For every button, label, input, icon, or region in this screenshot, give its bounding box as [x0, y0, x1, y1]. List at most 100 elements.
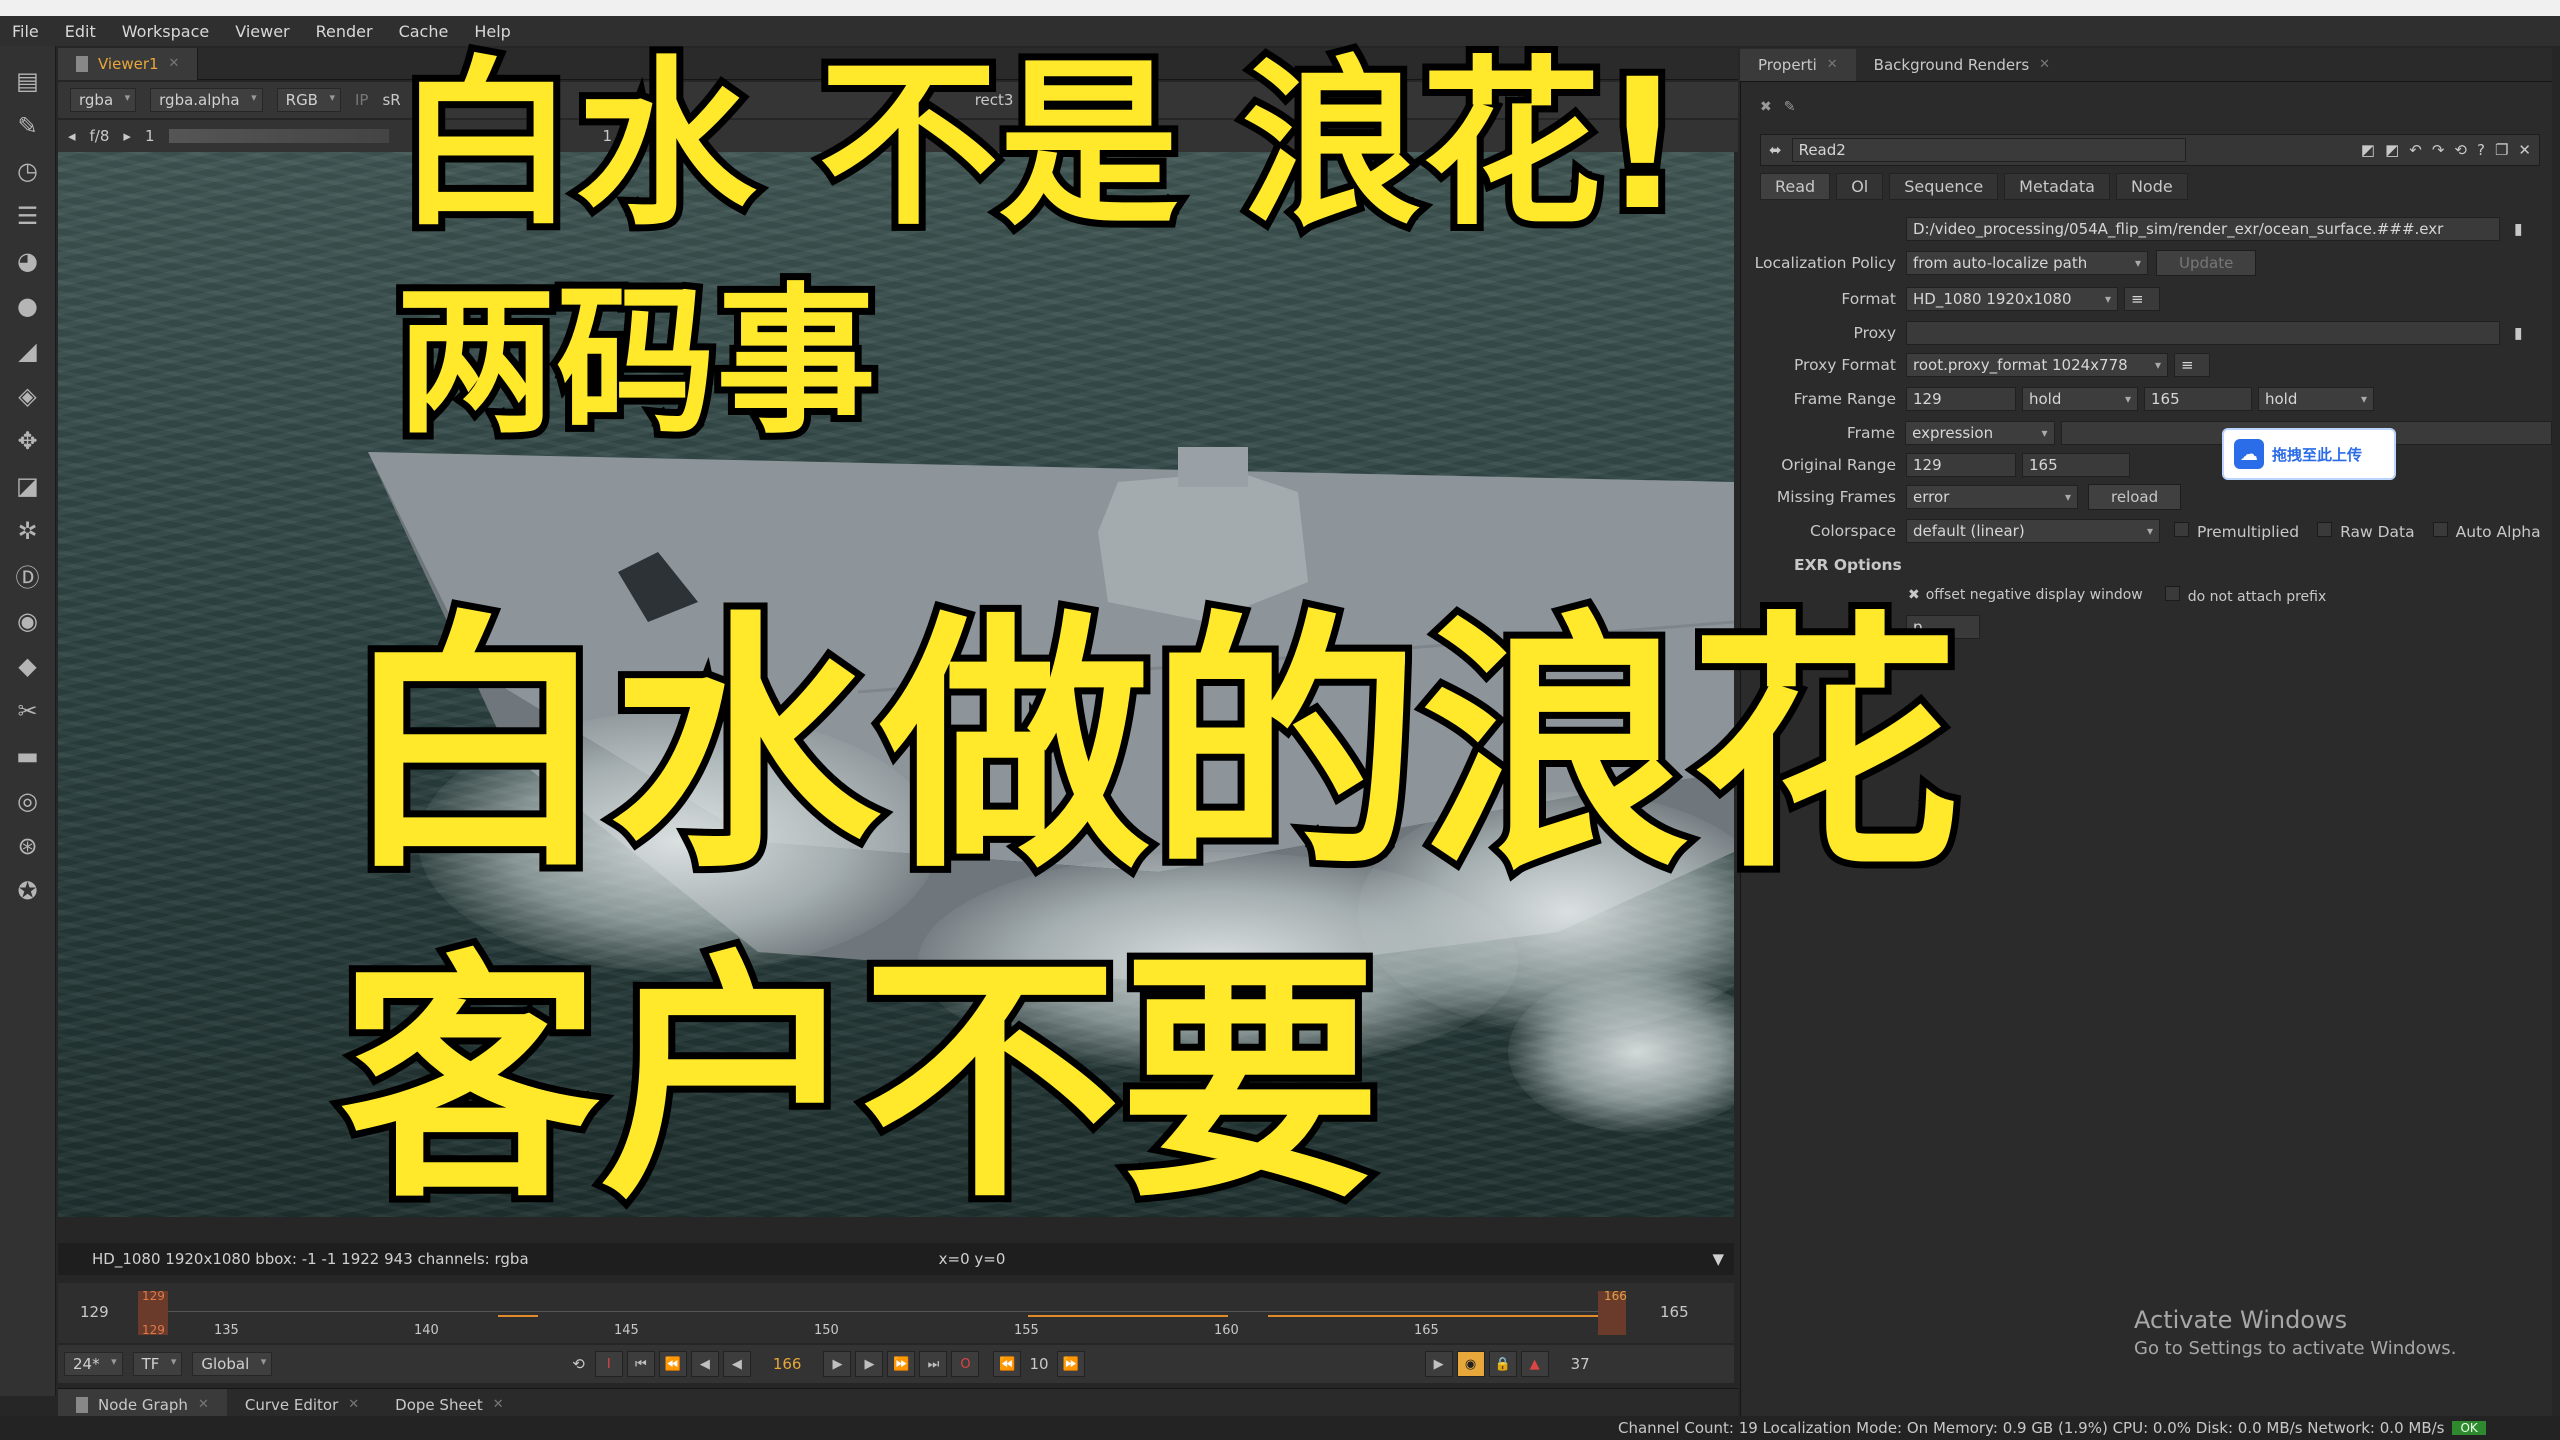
frame-range-end-field[interactable]: 165 [2144, 387, 2252, 411]
next-keyframe-icon[interactable]: ⏩ [887, 1351, 916, 1377]
menu-viewer[interactable]: Viewer [235, 22, 289, 41]
alpha-dropdown[interactable]: rgba.alpha [150, 88, 263, 112]
checkbox-box[interactable] [2432, 521, 2448, 537]
color-icon[interactable]: ◕ [13, 244, 43, 277]
loop-icon[interactable]: ⟲ [572, 1355, 585, 1373]
filter-icon[interactable]: ● [13, 289, 43, 322]
max-panels-icon[interactable]: ✖ [1760, 99, 1772, 115]
reload-button[interactable]: reload [2088, 484, 2182, 510]
auto-alpha-checkbox[interactable]: Auto Alpha [2432, 521, 2541, 541]
first-frame-icon[interactable]: ⏮ [626, 1351, 655, 1377]
checkbox-box[interactable] [2174, 521, 2189, 537]
render-icon[interactable]: ▲ [1520, 1351, 1549, 1377]
image-icon[interactable]: ▤ [13, 64, 43, 97]
file-path-field[interactable]: D:/video_processing/054A_flip_sim/render… [1906, 217, 2500, 241]
transform-icon[interactable]: ✥ [13, 424, 43, 457]
proxy-path-field[interactable] [1906, 321, 2500, 345]
format-dropdown[interactable]: HD_1080 1920x1080 [1906, 287, 2118, 311]
cara-icon[interactable]: ⊛ [13, 829, 43, 862]
missing-frames-dropdown[interactable]: error [1906, 485, 2078, 509]
premultiplied-checkbox[interactable]: Premultiplied [2174, 521, 2299, 541]
pin-icon[interactable]: ✎ [1784, 99, 1796, 115]
step-forward-icon[interactable]: ⏩ [1056, 1351, 1085, 1377]
frame-mode-dropdown[interactable]: expression [1905, 421, 2055, 445]
in-point-button[interactable]: I [594, 1351, 623, 1377]
revert-icon[interactable]: ⟲ [2454, 141, 2467, 159]
close-icon[interactable]: ✕ [169, 56, 180, 71]
lock-icon[interactable]: 🔒 [1488, 1351, 1517, 1377]
gain-slider[interactable] [168, 129, 389, 143]
gain-value[interactable]: 1 [145, 127, 155, 145]
tf-dropdown[interactable]: TF [132, 1352, 183, 1376]
node-tab-read[interactable]: Read [1760, 172, 1831, 200]
channels-dropdown[interactable]: rgba [70, 88, 137, 112]
next-frame-icon[interactable]: ▶ [855, 1351, 884, 1377]
step-back-icon[interactable]: ⏪ [993, 1351, 1022, 1377]
node-color2-icon[interactable]: ◩ [2385, 141, 2399, 159]
checkbox-box[interactable] [2164, 585, 2180, 601]
node-collapse-icon[interactable]: ⬌ [1769, 141, 1782, 159]
menu-render[interactable]: Render [316, 22, 373, 41]
raw-data-checkbox[interactable]: Raw Data [2317, 521, 2415, 541]
time-icon[interactable]: ◷ [13, 154, 43, 187]
merge-icon[interactable]: ◈ [13, 379, 43, 412]
furnace-icon[interactable]: ◎ [13, 784, 43, 817]
checkbox-box[interactable] [2317, 521, 2333, 537]
node-tab-node[interactable]: Node [2115, 172, 2188, 200]
current-frame[interactable]: 166 [773, 1355, 802, 1373]
close-icon[interactable]: ✕ [348, 1397, 359, 1412]
colorspace-dropdown[interactable]: default (linear) [1906, 519, 2160, 543]
info-dropdown-icon[interactable]: ▼ [1712, 1250, 1724, 1268]
close-icon[interactable]: ✕ [1827, 57, 1838, 72]
metadata-icon[interactable]: ◆ [13, 649, 43, 682]
float-icon[interactable]: ❐ [2495, 141, 2508, 159]
node-name-field[interactable]: Read2 [1791, 138, 2186, 162]
fps-dropdown[interactable]: 24* [64, 1352, 123, 1376]
file-browse-icon[interactable]: ▮ [2514, 220, 2523, 238]
step-value[interactable]: 10 [1029, 1355, 1048, 1373]
3d-icon[interactable]: ◪ [13, 469, 43, 502]
update-button[interactable]: Update [2156, 250, 2257, 276]
timeline-start[interactable]: 129 [80, 1303, 109, 1321]
prev-keyframe-icon[interactable]: ⏪ [658, 1351, 687, 1377]
views-icon[interactable]: ◉ [13, 604, 43, 637]
node-tab-ocio[interactable]: Ol [1836, 172, 1884, 200]
channel-icon[interactable]: ☰ [13, 199, 43, 232]
nuke-logo-icon[interactable]: ✪ [13, 874, 43, 907]
menu-file[interactable]: File [12, 22, 39, 41]
close-icon[interactable]: ✕ [198, 1397, 209, 1412]
toolsets-icon[interactable]: ✂ [13, 694, 43, 727]
close-icon[interactable]: ✕ [493, 1397, 504, 1412]
localization-dropdown[interactable]: from auto-localize path [1906, 251, 2148, 275]
fstop-value[interactable]: f/8 [90, 127, 110, 145]
display-mode-dropdown[interactable]: RGB [276, 88, 341, 112]
tab-viewer1[interactable]: Viewer1 ✕ [58, 47, 199, 80]
help-icon[interactable]: ? [2477, 141, 2485, 159]
out-point-button[interactable]: O [951, 1351, 980, 1377]
ip-toggle[interactable]: IP [355, 91, 368, 109]
prev-arrow-icon[interactable]: ◂ [68, 127, 76, 145]
close-node-icon[interactable]: ✕ [2518, 141, 2531, 159]
upload-widget[interactable]: ☁ 拖拽至此上传 [2222, 428, 2396, 480]
scope-dropdown[interactable]: Global [192, 1352, 273, 1376]
node-tab-sequence[interactable]: Sequence [1889, 172, 1999, 200]
menu-cache[interactable]: Cache [399, 22, 449, 41]
proxy-format-dropdown[interactable]: root.proxy_format 1024x778 [1906, 353, 2168, 377]
close-icon[interactable]: ✕ [2039, 57, 2050, 72]
tab-properties[interactable]: Properti ✕ [1740, 48, 1856, 81]
undo-icon[interactable]: ↶ [2409, 141, 2422, 159]
frame-range-end-mode[interactable]: hold [2258, 387, 2374, 411]
playback-mode-icon[interactable]: ◉ [1456, 1351, 1485, 1377]
keyer-icon[interactable]: ◢ [13, 334, 43, 367]
format-edit-icon[interactable]: ≡ [2124, 287, 2160, 311]
next-arrow-icon[interactable]: ▸ [123, 127, 131, 145]
prev-frame-icon[interactable]: ◀ [690, 1351, 719, 1377]
tab-background-renders[interactable]: Background Renders ✕ [1856, 49, 2068, 81]
timeline-end[interactable]: 165 [1660, 1303, 1689, 1321]
paint-icon[interactable]: ✎ [13, 109, 43, 142]
original-range-end[interactable]: 165 [2022, 453, 2130, 477]
proxy-browse-icon[interactable]: ▮ [2514, 324, 2523, 342]
frame-range-start-field[interactable]: 129 [1906, 387, 2016, 411]
node-tab-metadata[interactable]: Metadata [2004, 172, 2110, 200]
play-backward-icon[interactable]: ◀ [722, 1351, 751, 1377]
